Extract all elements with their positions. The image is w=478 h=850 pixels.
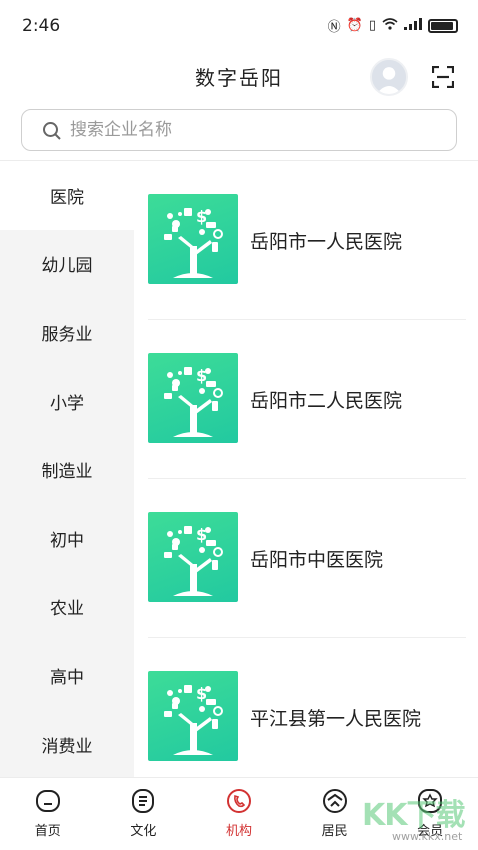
- list-item[interactable]: $ 岳阳市一人民医院: [148, 161, 466, 320]
- nav-label: 首页: [34, 824, 61, 839]
- battery-icon: [428, 18, 458, 33]
- status-time: 2:46: [22, 16, 61, 36]
- sidebar-item-middle-school[interactable]: 初中: [0, 504, 134, 573]
- sidebar-item-service[interactable]: 服务业: [0, 298, 134, 367]
- search-icon: [43, 122, 61, 140]
- sidebar-item-primary-school[interactable]: 小学: [0, 367, 134, 436]
- vibrate-icon: ▯: [368, 18, 376, 33]
- organization-list: $ 岳阳市一人民医院 $ 岳阳市二人民医院 $ 岳阳市中医医院 $ 平江县第一人…: [134, 161, 478, 777]
- svg-text:$: $: [196, 366, 207, 385]
- sidebar-item-high-school[interactable]: 高中: [0, 641, 134, 710]
- sidebar-item-label: 医院: [50, 187, 84, 208]
- signal-icon: [404, 17, 422, 34]
- watermark-logo: KK下载: [362, 798, 465, 833]
- nfc-icon: Ⓝ: [327, 20, 341, 35]
- residents-icon: [322, 789, 347, 813]
- search-input[interactable]: [70, 110, 440, 150]
- list-item[interactable]: $ 岳阳市中医医院: [148, 479, 466, 638]
- alarm-icon: ⏰: [346, 18, 363, 33]
- document-icon: [132, 789, 155, 813]
- money-tree-icon: $: [148, 353, 238, 443]
- sidebar-item-consumer[interactable]: 消费业: [0, 710, 134, 779]
- money-tree-icon: $: [148, 194, 238, 284]
- category-sidebar: 医院 幼儿园 服务业 小学 制造业 初中 农业 高中 消费业: [0, 161, 134, 777]
- phone-icon: [226, 789, 251, 813]
- money-tree-icon: $: [148, 671, 238, 761]
- organization-name: 岳阳市中医医院: [250, 549, 384, 571]
- sidebar-item-hospital[interactable]: 医院: [0, 161, 134, 230]
- organization-name: 岳阳市二人民医院: [250, 390, 403, 412]
- status-icons: Ⓝ ⏰ ▯: [328, 16, 458, 35]
- watermark-url: www.kkx.net: [392, 830, 463, 843]
- sidebar-item-label: 高中: [50, 667, 84, 688]
- nav-item-home[interactable]: 首页: [0, 778, 96, 850]
- sidebar-item-label: 消费业: [41, 736, 93, 757]
- wifi-icon: [382, 17, 398, 34]
- sidebar-item-label: 服务业: [41, 324, 93, 345]
- money-tree-icon: $: [148, 512, 238, 602]
- list-item[interactable]: $ 岳阳市二人民医院: [148, 320, 466, 479]
- sidebar-item-agriculture[interactable]: 农业: [0, 573, 134, 642]
- nav-item-institutions[interactable]: 机构: [191, 778, 287, 850]
- svg-text:$: $: [196, 207, 207, 226]
- nav-label: 文化: [130, 824, 157, 839]
- sidebar-item-kindergarten[interactable]: 幼儿园: [0, 230, 134, 299]
- nav-label: 居民: [321, 824, 348, 839]
- app-header: 数字岳阳: [0, 52, 478, 102]
- scan-icon[interactable]: [432, 66, 454, 88]
- search-bar[interactable]: [21, 109, 457, 151]
- sidebar-item-label: 幼儿园: [41, 256, 93, 277]
- avatar[interactable]: [370, 58, 408, 96]
- svg-text:$: $: [196, 684, 207, 703]
- sidebar-item-manufacturing[interactable]: 制造业: [0, 435, 134, 504]
- organization-name: 平江县第一人民医院: [250, 708, 422, 730]
- sidebar-item-label: 小学: [50, 393, 84, 414]
- status-bar: 2:46 Ⓝ ⏰ ▯: [0, 0, 478, 52]
- sidebar-item-label: 制造业: [41, 462, 93, 483]
- nav-item-culture[interactable]: 文化: [96, 778, 192, 850]
- sidebar-item-label: 初中: [50, 530, 84, 551]
- nav-label: 机构: [225, 824, 252, 839]
- list-item[interactable]: $ 平江县第一人民医院: [148, 638, 466, 777]
- organization-name: 岳阳市一人民医院: [250, 231, 403, 253]
- home-icon: [35, 790, 60, 812]
- sidebar-item-label: 农业: [50, 599, 84, 620]
- svg-text:$: $: [196, 525, 207, 544]
- user-icon: [372, 60, 406, 94]
